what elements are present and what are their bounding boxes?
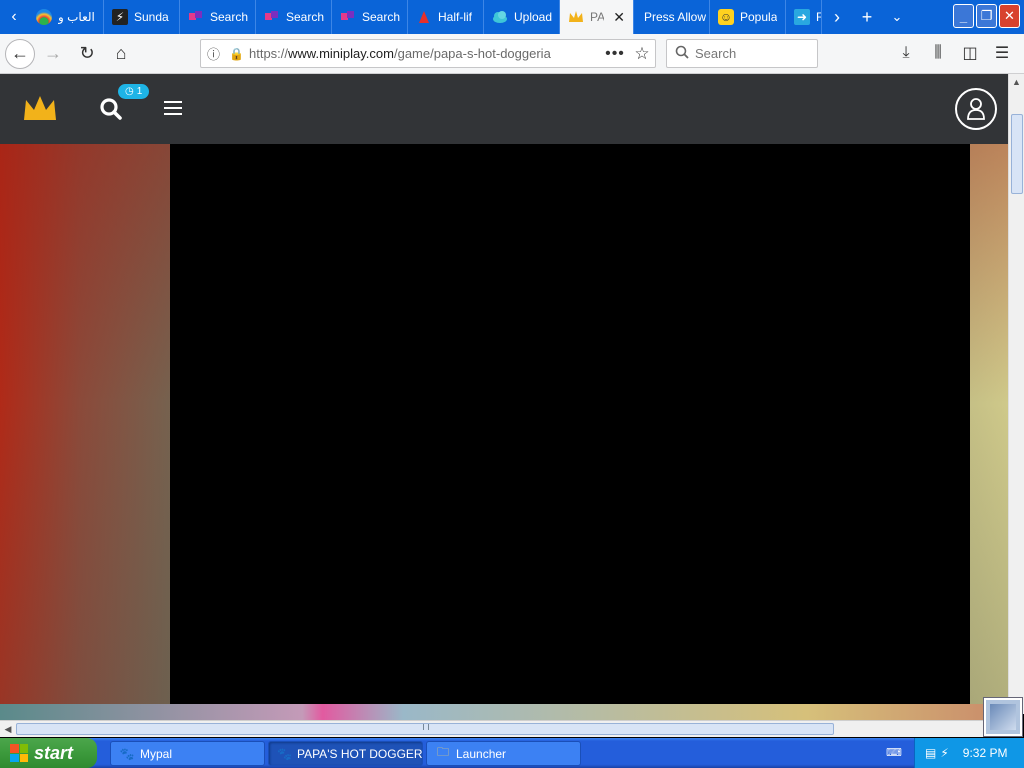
tab-popular[interactable]: ☺ Popula	[710, 0, 786, 34]
system-tray: ▤ ⚡ 9:32 PM	[914, 738, 1024, 768]
crown-icon	[568, 9, 584, 25]
forward-button[interactable]: →	[37, 38, 69, 70]
reload-icon: ↻	[79, 43, 95, 63]
menu-icon[interactable]: ☰	[988, 38, 1016, 68]
tab-search-2[interactable]: Search	[256, 0, 332, 34]
search-tab-icon	[264, 9, 280, 25]
vertical-scroll-thumb[interactable]	[1011, 114, 1023, 194]
taskbar-item-mypal[interactable]: 🐾 Mypal	[110, 741, 265, 766]
tab-half-life[interactable]: Half-lif	[408, 0, 484, 34]
taskbar-item-launcher[interactable]: 🗀 Launcher	[426, 741, 581, 766]
reload-button[interactable]: ↻	[71, 38, 103, 70]
mypal-icon: 🐾	[119, 746, 135, 761]
page-content	[0, 144, 1008, 720]
clock: 9:32 PM	[962, 746, 1008, 760]
search-bar[interactable]	[666, 39, 818, 68]
tab-search-3[interactable]: Search	[332, 0, 408, 34]
tab-papas-hot-doggeria[interactable]: PAPA'S HOT DOGGERIA ✕	[560, 0, 634, 34]
close-tab-icon[interactable]: ✕	[613, 9, 625, 26]
safely-remove-icon[interactable]: ⚡	[940, 746, 948, 760]
url-bar[interactable]: ⓘ 🔒 https://www.miniplay.com/game/papa-s…	[200, 39, 656, 68]
search-icon	[675, 45, 689, 62]
downloads-icon[interactable]: ⤓	[892, 38, 920, 68]
tab-arabic-games[interactable]: العاب و	[28, 0, 104, 34]
minimize-button[interactable]: _	[953, 4, 974, 28]
arrow-box-icon: ➜	[794, 9, 810, 25]
scroll-grip-icon	[423, 724, 429, 730]
window-controls: _ ❐ ✕	[953, 4, 1020, 28]
site-header: ◷ 1	[0, 74, 1008, 144]
url-text[interactable]: https://www.miniplay.com/game/papa-s-hot…	[249, 46, 601, 61]
arrow-right-icon: →	[44, 43, 62, 63]
notification-badge[interactable]: ◷ 1	[118, 84, 150, 99]
home-button[interactable]: ⌂	[105, 38, 137, 70]
folder-icon: 🗀	[436, 745, 449, 759]
tabs-scroll-right-button[interactable]: ›	[822, 0, 852, 34]
scroll-up-arrow-icon[interactable]: ▲	[1009, 74, 1024, 90]
tab-press-allow[interactable]: Press Allow	[634, 0, 710, 34]
rainbow-icon	[36, 9, 52, 25]
arrow-left-icon: ←	[11, 43, 29, 63]
scroll-left-arrow-icon[interactable]: ◀	[0, 721, 16, 737]
hamburger-menu-icon[interactable]	[164, 101, 182, 117]
crown-logo-icon[interactable]	[22, 94, 58, 122]
clock-icon: ◷	[125, 86, 134, 97]
tab-f[interactable]: ➜ F	[786, 0, 822, 34]
search-tab-icon	[340, 9, 356, 25]
search-input[interactable]	[695, 46, 805, 61]
search-icon[interactable]	[98, 96, 124, 122]
vertical-scrollbar[interactable]: ▲	[1008, 74, 1024, 714]
game-frame[interactable]	[170, 144, 970, 704]
smiley-icon: ☺	[718, 9, 734, 25]
half-life-icon	[416, 9, 432, 25]
background-art-strip	[0, 704, 1008, 720]
cloud-upload-icon	[492, 9, 508, 25]
tabs-scroll-left-button[interactable]: ‹	[0, 0, 28, 34]
search-tab-icon	[188, 9, 204, 25]
keyboard-icon[interactable]: ⌨	[886, 746, 902, 760]
resize-corner[interactable]	[984, 698, 1022, 736]
sidebar-icon[interactable]: ◫	[956, 38, 984, 68]
home-icon: ⌂	[115, 43, 127, 63]
windows-flag-icon	[10, 744, 28, 762]
tab-search-1[interactable]: Search	[180, 0, 256, 34]
navigation-toolbar: ← → ↻ ⌂ ⓘ 🔒 https://www.miniplay.com/gam…	[0, 34, 1024, 74]
back-button[interactable]: ←	[5, 38, 35, 69]
list-all-tabs-button[interactable]: ⌄	[882, 0, 912, 34]
taskbar: start 🐾 Mypal 🐾 PAPA'S HOT DOGGER... 🗀 L…	[0, 738, 1024, 768]
tab-sunday[interactable]: ⚡ Sunda	[104, 0, 180, 34]
horizontal-scrollbar[interactable]: ◀	[0, 720, 984, 737]
taskbar-item-papas-hot-doggeria[interactable]: 🐾 PAPA'S HOT DOGGER...	[268, 741, 423, 766]
user-icon	[967, 98, 985, 120]
restore-button[interactable]: ❐	[976, 4, 997, 28]
page-actions-icon[interactable]: •••	[601, 45, 629, 63]
tab-strip: ‹ العاب و ⚡ Sunda Search Search Search H…	[0, 0, 1024, 34]
start-button[interactable]: start	[0, 738, 97, 768]
close-window-button[interactable]: ✕	[999, 4, 1020, 28]
mypal-icon: 🐾	[277, 746, 292, 761]
library-icon[interactable]: ⫼	[924, 38, 952, 68]
bookmark-star-icon[interactable]: ☆	[629, 44, 655, 64]
info-icon[interactable]: ⓘ	[207, 44, 229, 63]
sunday-icon: ⚡	[112, 9, 128, 25]
lock-warning-icon[interactable]: 🔒	[229, 47, 249, 61]
toolbar-right: ⤓ ⫼ ◫ ☰	[892, 38, 1016, 68]
user-account-button[interactable]	[955, 88, 997, 130]
tab-upload[interactable]: Upload	[484, 0, 560, 34]
network-icon[interactable]: ▤	[925, 746, 936, 760]
screen: ‹ العاب و ⚡ Sunda Search Search Search H…	[0, 0, 1024, 768]
new-tab-button[interactable]: +	[852, 0, 882, 34]
tab-list: العاب و ⚡ Sunda Search Search Search Hal…	[28, 0, 822, 34]
